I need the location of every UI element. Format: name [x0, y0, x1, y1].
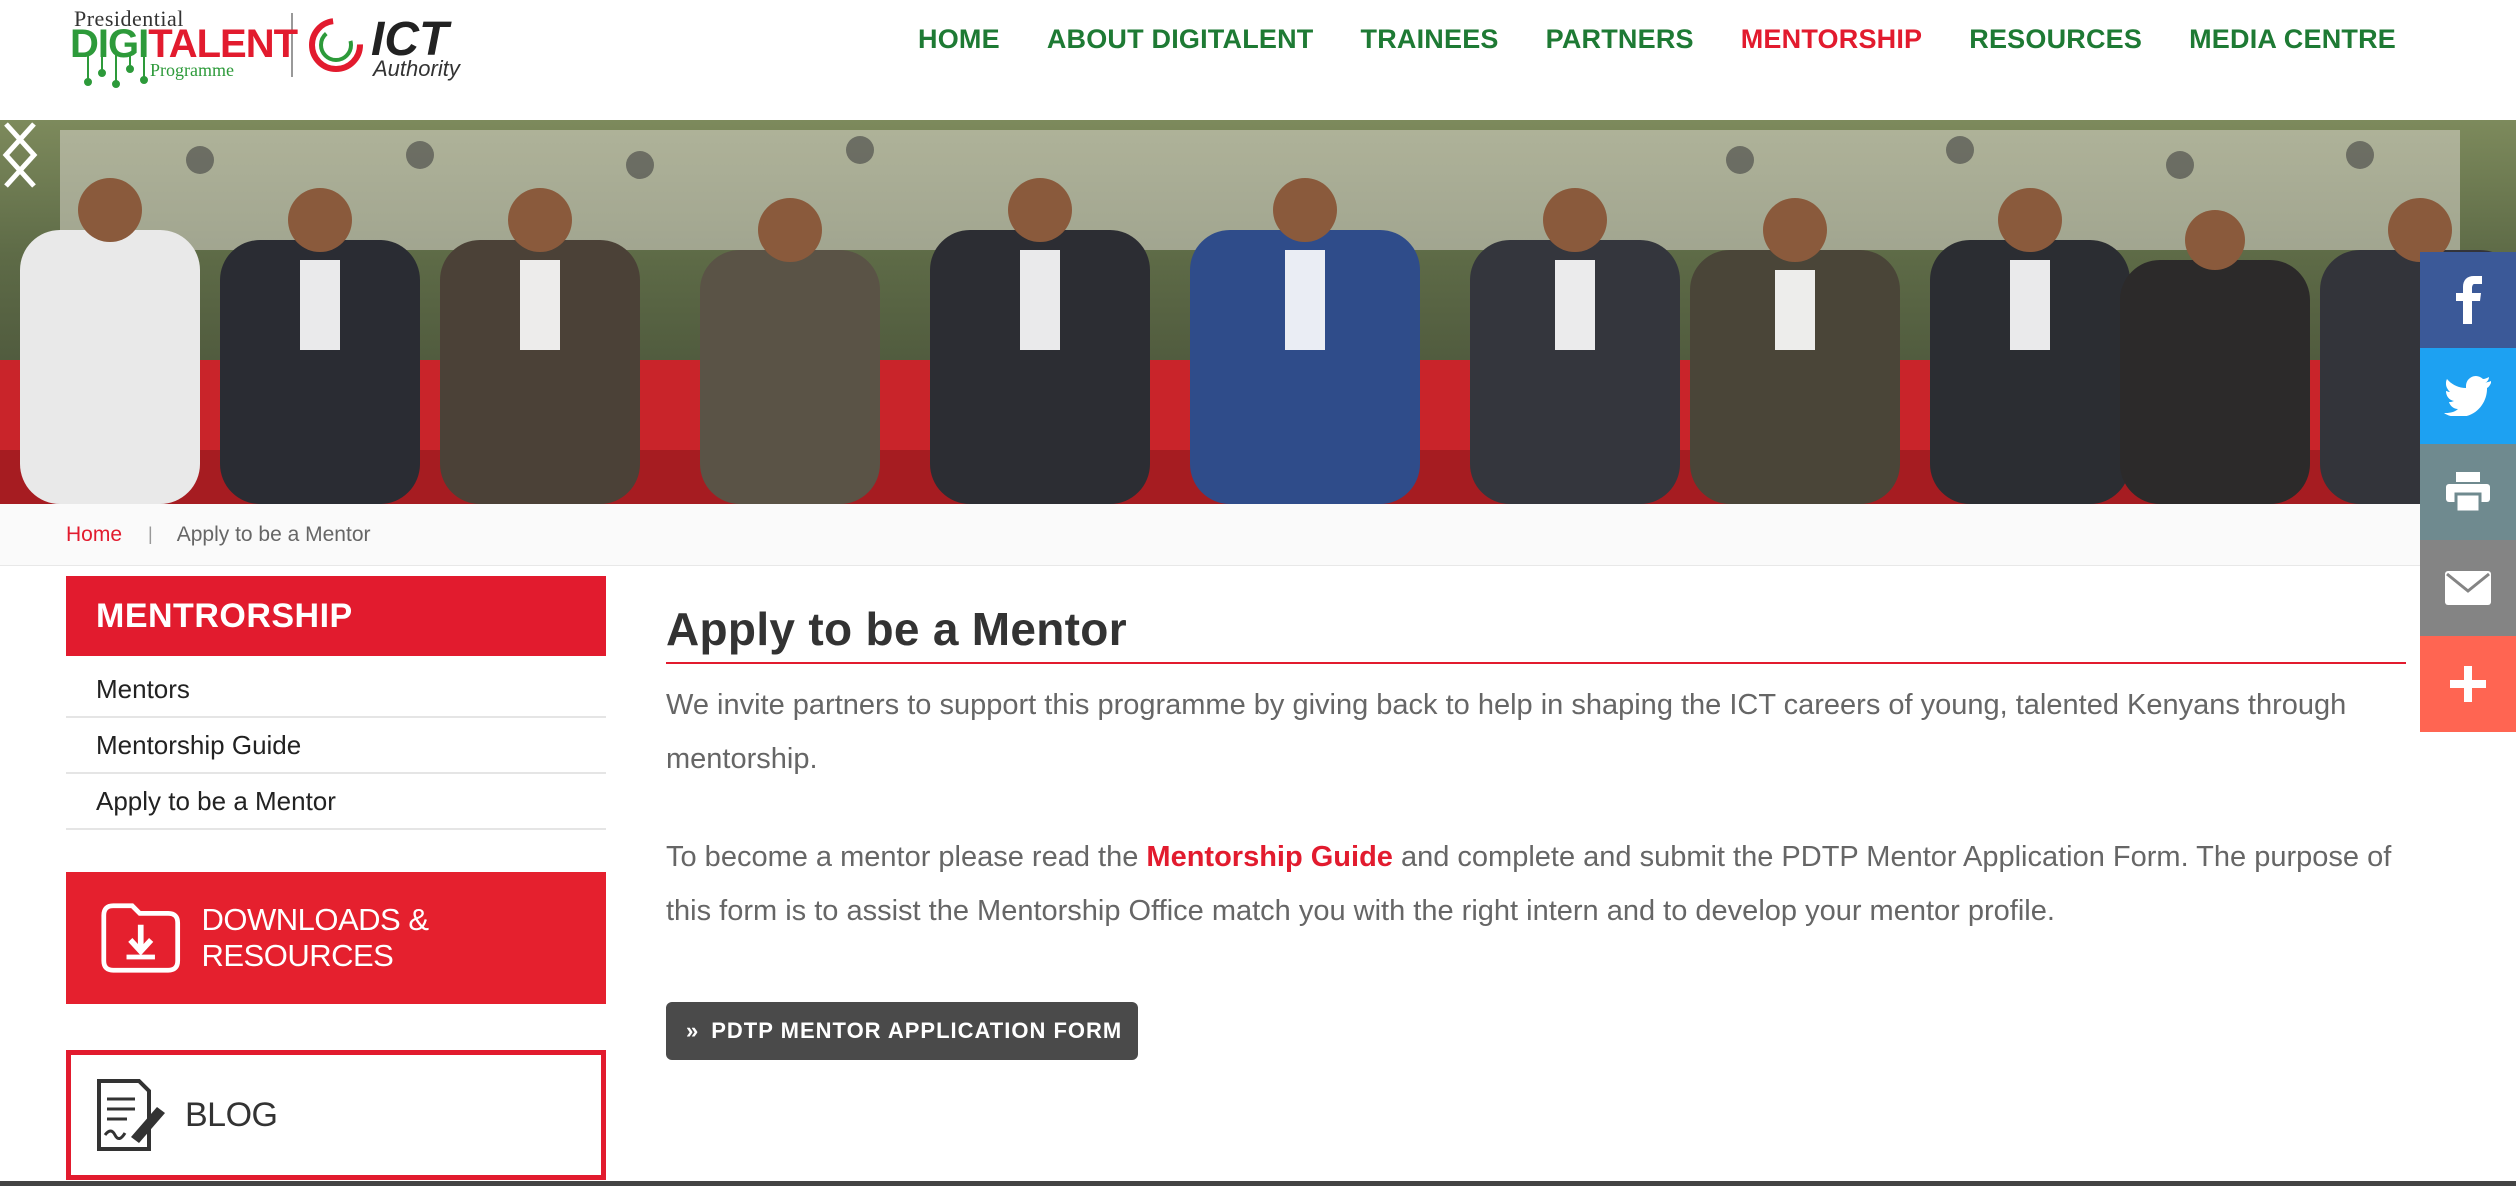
main-content: Apply to be a Mentor We invite partners … [666, 576, 2406, 1060]
nav-partners[interactable]: PARTNERS [1546, 24, 1694, 55]
banner-next-arrow-icon[interactable] [0, 120, 40, 190]
logo-group[interactable]: Presidential DIGITALENT Programme ICT Au… [70, 0, 477, 90]
facebook-icon [2456, 276, 2482, 324]
page-title: Apply to be a Mentor [666, 576, 2406, 664]
sidebar-item-mentorship-guide[interactable]: Mentorship Guide [66, 718, 606, 774]
banner-photo [0, 120, 2516, 504]
hero-banner [0, 120, 2516, 504]
email-share-button[interactable] [2420, 540, 2516, 636]
mentor-application-form-button[interactable]: » PDTP MENTOR APPLICATION FORM [666, 1002, 1138, 1060]
circuit-graphic [84, 52, 148, 88]
downloads-resources-banner[interactable]: DOWNLOADS & RESOURCES [66, 872, 606, 1004]
sidebar-item-mentors[interactable]: Mentors [66, 662, 606, 718]
ict-authority-logo[interactable]: ICT Authority [307, 0, 477, 90]
intro-paragraph: We invite partners to support this progr… [666, 689, 2347, 775]
blog-edit-icon [97, 1079, 165, 1151]
twitter-share-button[interactable] [2420, 348, 2516, 444]
mentor-application-form-label: PDTP MENTOR APPLICATION FORM [711, 1018, 1123, 1043]
logo-line3: Programme [150, 60, 234, 80]
nav-mentorship[interactable]: MENTORSHIP [1741, 24, 1923, 55]
blog-label: BLOG [185, 1095, 278, 1134]
print-button[interactable] [2420, 444, 2516, 540]
nav-media-centre[interactable]: MEDIA CENTRE [2189, 24, 2396, 55]
downloads-resources-label: DOWNLOADS & RESOURCES [201, 902, 429, 973]
instructions-paragraph: To become a mentor please read the Mento… [666, 841, 2392, 927]
email-icon [2445, 571, 2491, 605]
nav-about-digitalent[interactable]: ABOUT DIGITALENT [1047, 24, 1314, 55]
sidebar-title: MENTRORSHIP [66, 576, 606, 656]
main-nav: HOME ABOUT DIGITALENT TRAINEES PARTNERS … [918, 24, 2396, 55]
mentorship-guide-link[interactable]: Mentorship Guide [1146, 841, 1393, 873]
twitter-icon [2444, 376, 2491, 416]
more-share-button[interactable] [2420, 636, 2516, 732]
nav-home[interactable]: HOME [918, 24, 1000, 55]
double-chevron-right-icon: » [686, 1018, 700, 1043]
facebook-share-button[interactable] [2420, 252, 2516, 348]
sidebar-item-apply-mentor[interactable]: Apply to be a Mentor [66, 774, 606, 830]
blog-banner[interactable]: BLOG [66, 1050, 606, 1180]
site-header: Presidential DIGITALENT Programme ICT Au… [0, 0, 2516, 120]
footer-divider [0, 1181, 2516, 1186]
social-share-bar [2420, 252, 2516, 732]
folder-download-icon [101, 903, 181, 973]
plus-icon [2450, 666, 2486, 702]
ict-swirl-icon [309, 18, 363, 72]
nav-resources[interactable]: RESOURCES [1969, 24, 2142, 55]
breadcrumb-home-link[interactable]: Home [66, 523, 122, 547]
sidebar-menu: Mentors Mentorship Guide Apply to be a M… [66, 662, 606, 830]
nav-trainees[interactable]: TRAINEES [1361, 24, 1499, 55]
print-icon [2446, 472, 2490, 512]
pdtp-logo[interactable]: Presidential DIGITALENT Programme [70, 0, 298, 90]
breadcrumb-current: Apply to be a Mentor [176, 522, 371, 546]
ict-logo-subtitle: Authority [373, 56, 460, 81]
breadcrumb-separator: | [148, 524, 153, 544]
breadcrumb: Home | Apply to be a Mentor [0, 504, 2420, 566]
